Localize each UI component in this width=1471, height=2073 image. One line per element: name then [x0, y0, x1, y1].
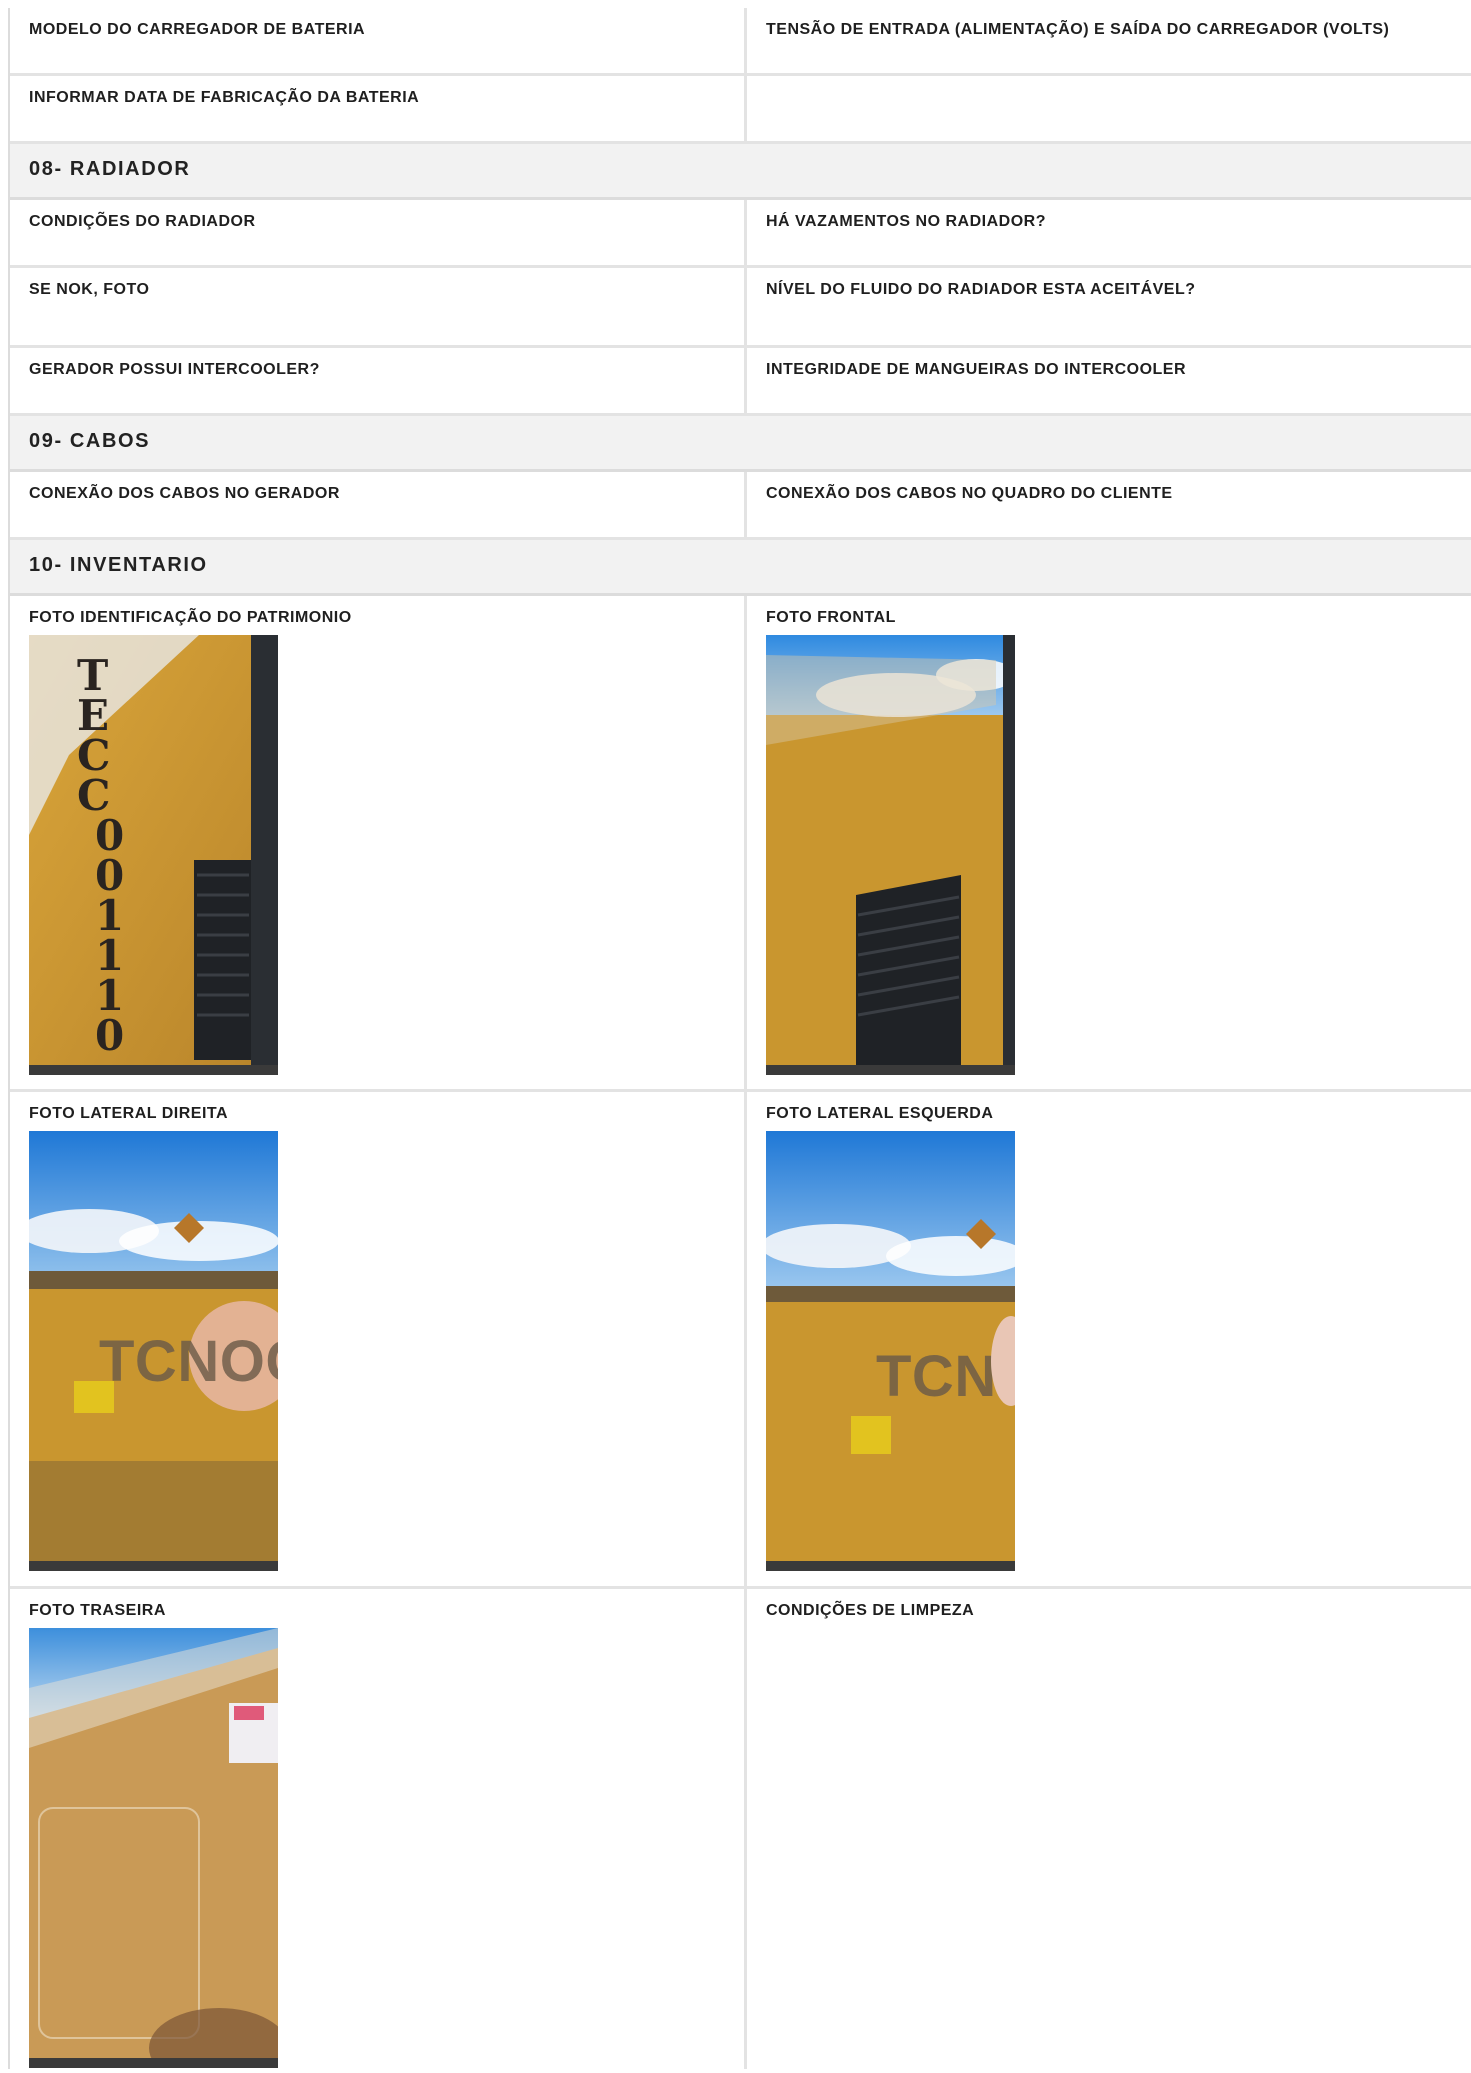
- photo-row: FOTO IDENTIFICAÇÃO DO PATRIMONIO T E C C…: [10, 596, 1471, 1092]
- section-header-radiador: 08- RADIADOR: [10, 144, 1471, 200]
- field-label: FOTO LATERAL DIREITA: [29, 1105, 229, 1122]
- field-photo-right: FOTO LATERAL DIREITA TCNO: [10, 1092, 747, 1586]
- empty-cell: [747, 76, 1471, 141]
- field-photo-rear: FOTO TRASEIRA: [10, 1589, 747, 2069]
- field-battery-manufacture-date: INFORMAR DATA DE FABRICAÇÃO DA BATERIA: [10, 76, 747, 141]
- field-label: FOTO IDENTIFICAÇÃO DO PATRIMONIO: [29, 609, 352, 626]
- form-row: CONDIÇÕES DO RADIADOR HÁ VAZAMENTOS NO R…: [10, 200, 1471, 268]
- right-side-photo[interactable]: tcnoge: [29, 1131, 278, 1571]
- field-radiator-conditions: CONDIÇÕES DO RADIADOR: [10, 200, 747, 265]
- field-photo-left: FOTO LATERAL ESQUERDA tcno: [747, 1092, 1471, 1586]
- field-photo-front: FOTO FRONTAL: [747, 596, 1471, 1089]
- inspection-form: MODELO DO CARREGADOR DE BATERIA TENSÃO D…: [8, 8, 1471, 2069]
- field-intercooler-hoses: INTEGRIDADE DE MANGUEIRAS DO INTERCOOLER: [766, 361, 1187, 378]
- rear-photo[interactable]: [29, 1628, 278, 2068]
- section-header-inventario: 10- INVENTARIO: [10, 540, 1471, 596]
- left-side-photo[interactable]: tcno: [766, 1131, 1015, 1571]
- asset-id-photo[interactable]: TECC001110: [29, 635, 278, 1075]
- field-has-intercooler: GERADOR POSSUI INTERCOOLER?: [10, 348, 747, 413]
- field-if-nok-photo: SE NOK, FOTO: [10, 268, 747, 345]
- section-header-cabos: 09- CABOS: [10, 416, 1471, 472]
- photo-row: FOTO LATERAL DIREITA TCNO FOTO LATERAL E…: [10, 1092, 1471, 1589]
- brand-lettering: tcnoge: [99, 1329, 278, 1394]
- field-radiator-leaks: HÁ VAZAMENTOS NO RADIADOR?: [766, 213, 1046, 230]
- form-row: MODELO DO CARREGADOR DE BATERIA TENSÃO D…: [10, 8, 1471, 76]
- form-row: SE NOK, FOTO NÍVEL DO FLUIDO DO RADIADOR…: [10, 268, 1471, 348]
- photo-row: FOTO TRASEIRA CONDIÇÕES DE LIMPEZA: [10, 1589, 1471, 2069]
- field-cleaning-conditions: CONDIÇÕES DE LIMPEZA: [766, 1602, 975, 1619]
- asset-id-letter: 0: [95, 1011, 125, 1060]
- field-battery-charger-model: MODELO DO CARREGADOR DE BATERIA: [10, 8, 747, 73]
- form-row: INFORMAR DATA DE FABRICAÇÃO DA BATERIA: [10, 76, 1471, 144]
- field-radiator-fluid-level: NÍVEL DO FLUIDO DO RADIADOR ESTA ACEITÁV…: [766, 281, 1196, 298]
- field-cables-client-panel: CONEXÃO DOS CABOS NO QUADRO DO CLIENTE: [766, 485, 1173, 502]
- field-label: FOTO FRONTAL: [766, 609, 896, 626]
- field-label: FOTO LATERAL ESQUERDA: [766, 1105, 994, 1122]
- field-label: FOTO TRASEIRA: [29, 1602, 166, 1619]
- field-cables-generator: CONEXÃO DOS CABOS NO GERADOR: [10, 472, 747, 537]
- form-row: GERADOR POSSUI INTERCOOLER? INTEGRIDADE …: [10, 348, 1471, 416]
- form-row: CONEXÃO DOS CABOS NO GERADOR CONEXÃO DOS…: [10, 472, 1471, 540]
- front-photo[interactable]: [766, 635, 1015, 1075]
- field-charger-voltage: TENSÃO DE ENTRADA (ALIMENTAÇÃO) E SAÍDA …: [766, 21, 1390, 38]
- field-photo-asset-id: FOTO IDENTIFICAÇÃO DO PATRIMONIO T E C C…: [10, 596, 747, 1089]
